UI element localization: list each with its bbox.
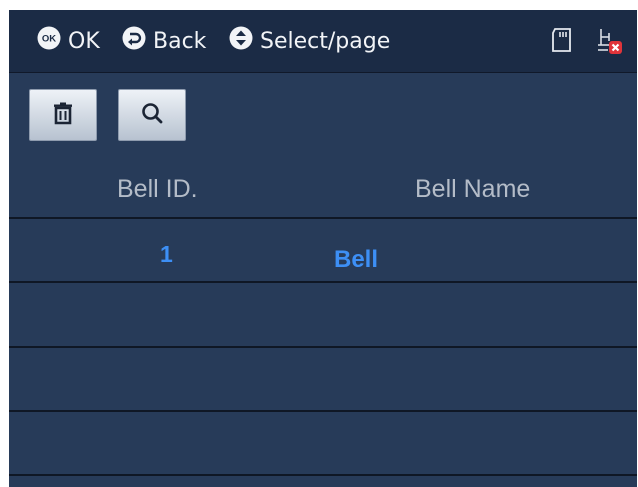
sd-card-icon (550, 27, 574, 58)
search-icon (140, 101, 164, 130)
row-divider (9, 474, 637, 476)
svg-text:OK: OK (42, 34, 56, 45)
ok-label: OK (68, 28, 100, 54)
back-label: Back (153, 28, 207, 54)
back-icon (122, 26, 146, 56)
row-divider (9, 346, 637, 348)
select-page-label: Select/page (260, 28, 391, 54)
row-divider (9, 410, 637, 412)
delete-icon (51, 101, 75, 130)
back-hint: Back (122, 10, 206, 72)
select-page-icon (229, 26, 253, 56)
ok-hint: OK OK (37, 10, 100, 72)
bell-name-cell: Bell (334, 246, 379, 273)
screen: OK OK Back Select/page Bell ID. Bell Nam… (9, 10, 637, 487)
column-header-bell-name: Bell Name (415, 175, 531, 203)
network-disconnected-icon (595, 27, 625, 62)
column-header-bell-id: Bell ID. (117, 175, 198, 203)
row-divider (9, 281, 637, 283)
ok-icon: OK (37, 26, 61, 56)
row-divider (9, 217, 637, 219)
search-button[interactable] (118, 89, 186, 141)
delete-button[interactable] (29, 89, 97, 141)
top-bar: OK OK Back Select/page (9, 10, 637, 73)
bell-id-cell: 1 (160, 241, 173, 267)
select-page-hint: Select/page (229, 10, 390, 72)
